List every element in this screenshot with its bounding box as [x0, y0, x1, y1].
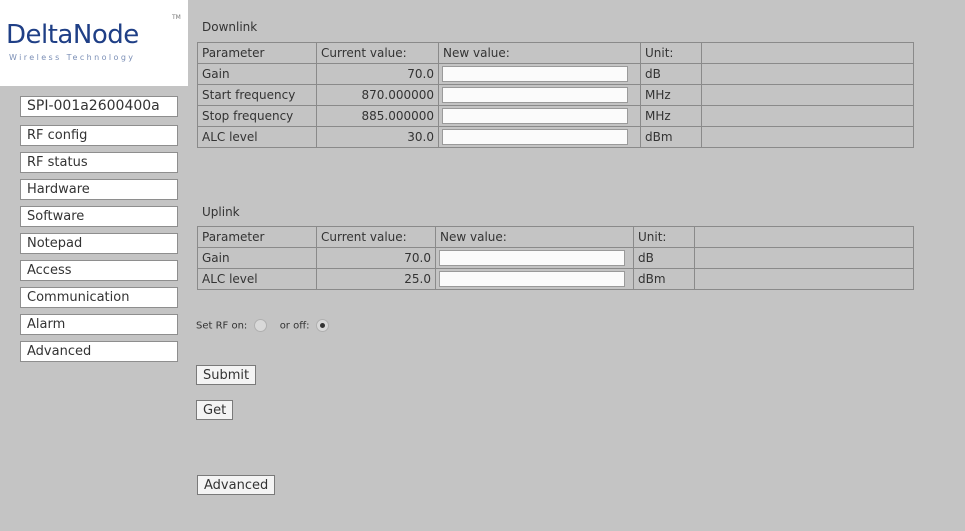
downlink-stop-frequency-input[interactable]	[442, 108, 628, 124]
parameter-name: ALC level	[197, 268, 317, 290]
column-filler	[701, 42, 914, 64]
downlink-table: Parameter Current value: New value: Unit…	[197, 42, 914, 148]
table-row: ALC level 25.0 dBm	[197, 268, 914, 290]
column-header-current: Current value:	[316, 42, 439, 64]
logo-tagline: Wireless Technology	[9, 53, 136, 62]
row-filler	[701, 126, 914, 148]
column-header-parameter: Parameter	[197, 42, 317, 64]
row-filler	[694, 247, 914, 269]
unit: dB	[633, 247, 695, 269]
submit-button[interactable]: Submit	[196, 365, 257, 385]
column-header-parameter: Parameter	[197, 226, 317, 248]
sidebar-item-rf-config[interactable]: RF config	[20, 125, 178, 146]
parameter-name: Start frequency	[197, 84, 317, 106]
logo-brand: DeltaNode	[6, 20, 139, 50]
unit: dBm	[633, 268, 695, 290]
unit: MHz	[640, 105, 702, 127]
table-row: Gain 70.0 dB	[197, 247, 914, 269]
uplink-title: Uplink	[202, 205, 240, 219]
table-header-row: Parameter Current value: New value: Unit…	[197, 226, 914, 248]
get-button[interactable]: Get	[196, 400, 234, 420]
unit: dBm	[640, 126, 702, 148]
parameter-name: ALC level	[197, 126, 317, 148]
current-value: 25.0	[316, 268, 436, 290]
parameter-name: Gain	[197, 247, 317, 269]
sidebar-nav: SPI-001a2600400a RF config RF status Har…	[20, 96, 178, 368]
sidebar-item-alarm[interactable]: Alarm	[20, 314, 178, 335]
uplink-gain-input[interactable]	[439, 250, 625, 266]
column-header-unit: Unit:	[633, 226, 695, 248]
column-header-current: Current value:	[316, 226, 436, 248]
table-row: Start frequency 870.000000 MHz	[197, 84, 914, 106]
table-header-row: Parameter Current value: New value: Unit…	[197, 42, 914, 64]
parameter-name: Stop frequency	[197, 105, 317, 127]
rf-on-radio[interactable]	[253, 319, 267, 332]
sidebar-item-hardware[interactable]: Hardware	[20, 179, 178, 200]
sidebar-item-rf-status[interactable]: RF status	[20, 152, 178, 173]
column-header-new: New value:	[438, 42, 641, 64]
downlink-start-frequency-input[interactable]	[442, 87, 628, 103]
rf-off-label: or off:	[279, 320, 310, 332]
current-value: 870.000000	[316, 84, 439, 106]
sidebar-item-communication[interactable]: Communication	[20, 287, 178, 308]
column-filler	[694, 226, 914, 248]
current-value: 885.000000	[316, 105, 439, 127]
uplink-table: Parameter Current value: New value: Unit…	[197, 226, 914, 290]
unit: dB	[640, 63, 702, 85]
row-filler	[701, 84, 914, 106]
rf-toggle-group: Set RF on: or off:	[196, 319, 339, 332]
rf-off-radio[interactable]	[315, 319, 329, 332]
current-value: 70.0	[316, 247, 436, 269]
row-filler	[701, 63, 914, 85]
sidebar-item-access[interactable]: Access	[20, 260, 178, 281]
current-value: 30.0	[316, 126, 439, 148]
row-filler	[694, 268, 914, 290]
current-value: 70.0	[316, 63, 439, 85]
unit: MHz	[640, 84, 702, 106]
table-row: Stop frequency 885.000000 MHz	[197, 105, 914, 127]
table-row: Gain 70.0 dB	[197, 63, 914, 85]
downlink-title: Downlink	[202, 20, 258, 34]
parameter-name: Gain	[197, 63, 317, 85]
row-filler	[701, 105, 914, 127]
column-header-unit: Unit:	[640, 42, 702, 64]
rf-on-label: Set RF on:	[196, 320, 248, 332]
uplink-alc-level-input[interactable]	[439, 271, 625, 287]
column-header-new: New value:	[435, 226, 634, 248]
table-row: ALC level 30.0 dBm	[197, 126, 914, 148]
deltanode-logo: DeltaNode TM Wireless Technology	[0, 0, 188, 86]
logo-trademark: TM	[172, 14, 181, 21]
sidebar-item-advanced[interactable]: Advanced	[20, 341, 178, 362]
sidebar-item-software[interactable]: Software	[20, 206, 178, 227]
downlink-alc-level-input[interactable]	[442, 129, 628, 145]
sidebar-item-device-id[interactable]: SPI-001a2600400a	[20, 96, 178, 117]
advanced-button[interactable]: Advanced	[197, 475, 276, 495]
downlink-gain-input[interactable]	[442, 66, 628, 82]
sidebar-item-notepad[interactable]: Notepad	[20, 233, 178, 254]
